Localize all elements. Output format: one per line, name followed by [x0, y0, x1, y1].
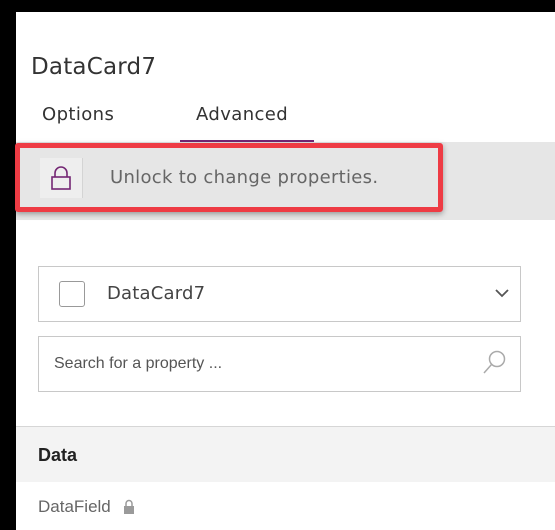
lock-icon — [51, 166, 71, 190]
selected-control-name: DataCard7 — [107, 283, 206, 304]
section-header-data[interactable]: Data — [16, 427, 555, 482]
control-checkbox[interactable] — [59, 281, 85, 307]
tab-advanced[interactable]: Advanced — [196, 104, 288, 125]
property-label-datafield[interactable]: DataField — [38, 497, 111, 517]
tab-bar: Options Advanced — [16, 100, 555, 142]
tab-options[interactable]: Options — [42, 104, 114, 125]
unlock-button[interactable] — [40, 158, 83, 198]
lock-banner: Unlock to change properties. — [16, 142, 555, 220]
lock-icon — [124, 499, 134, 514]
search-placeholder: Search for a property ... — [54, 355, 223, 372]
search-icon — [483, 350, 506, 374]
control-title: DataCard7 — [31, 54, 157, 80]
section-label: Data — [38, 445, 78, 465]
unlock-message[interactable]: Unlock to change properties. — [110, 167, 378, 188]
properties-panel: DataCard7 Options Advanced Unlock to cha… — [16, 12, 555, 530]
chevron-down-icon[interactable] — [494, 287, 510, 299]
control-selector-dropdown[interactable]: DataCard7 — [38, 266, 521, 322]
property-search-field[interactable]: Search for a property ... — [38, 336, 521, 392]
